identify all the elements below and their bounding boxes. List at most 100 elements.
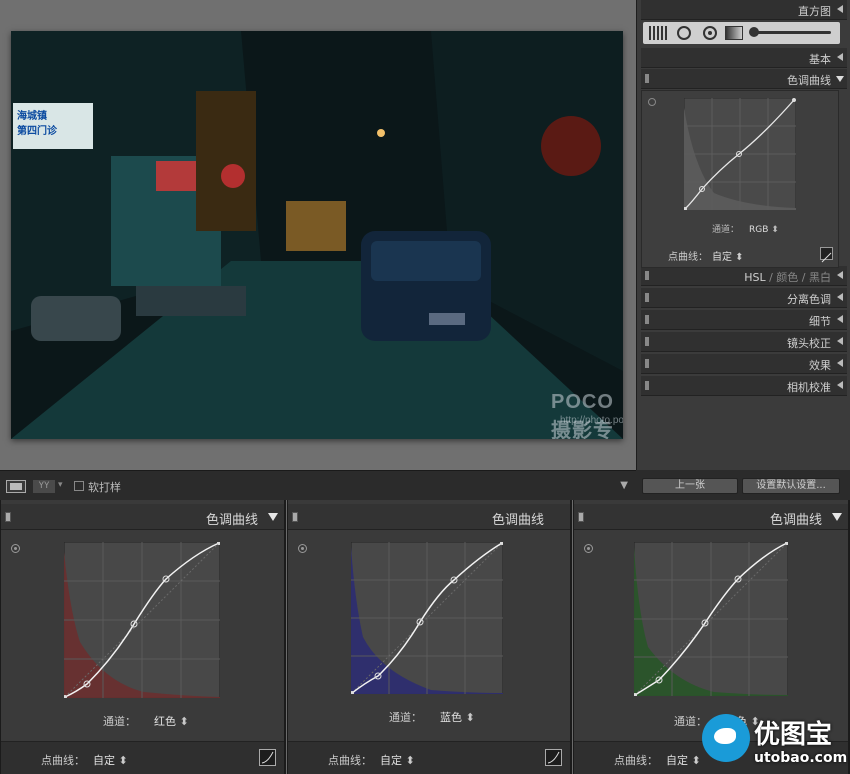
lightroom-develop-window: 海城镇 第四门诊 POCO 摄影专题 http://photo.poco.cn/… [0,0,850,774]
point-curve-selector[interactable]: 点曲线： 自定 ⬍ [41,752,128,768]
panel-switch-icon[interactable] [645,315,649,324]
collapse-arrow-icon [837,293,843,301]
section-label: 细节 [809,315,831,328]
section-tone-curve[interactable]: 色调曲线 [641,69,847,89]
section-label: 相机校准 [787,381,831,394]
point-curve-edit-button[interactable] [259,749,276,766]
toolbar-menu-icon[interactable]: ▼ [620,480,628,491]
point-curve-label: 点曲线： [668,252,708,263]
section-label: 效果 [809,359,831,372]
chevron-down-icon[interactable]: ▾ [58,480,63,490]
collapse-arrow-icon [837,381,843,389]
red-eye-icon[interactable] [703,26,717,40]
section-label: 镜头校正 [787,337,831,350]
channel-value[interactable]: RGB [749,225,768,235]
channel-value[interactable]: 红色 [154,715,176,728]
spot-removal-icon[interactable] [677,26,691,40]
section-histogram[interactable]: 直方图 [641,0,847,20]
panel-header[interactable]: 色调曲线 [288,504,570,530]
collapse-arrow-icon [837,359,843,367]
section-hsl[interactable]: HSL / 颜色 / 黑白 [641,266,847,286]
section-effects[interactable]: 效果 [641,354,847,374]
panel-switch-icon[interactable] [645,271,649,280]
point-curve-selector[interactable]: 点曲线： 自定 ⬍ [614,752,701,768]
watermark-url: http://photo.poco.cn/ [560,415,623,426]
section-lens-corrections[interactable]: 镜头校正 [641,332,847,352]
bird-logo-icon [702,714,750,762]
targeted-adjustment-icon[interactable] [11,544,20,553]
point-curve-value[interactable]: 自定 [380,754,402,767]
point-curve-selector[interactable]: 点曲线： 自定 ⬍ [328,752,415,768]
section-basic[interactable]: 基本 [641,48,847,68]
point-curve-selector[interactable]: 点曲线： 自定 ⬍ [668,248,744,263]
panel-switch-icon[interactable] [292,512,298,522]
point-curve-label: 点曲线： [41,754,85,767]
tone-curve-panel-blue: 色调曲线 通道： 蓝色 ⬍ 点曲线： 自定 ⬍ [287,500,572,774]
targeted-adjustment-icon[interactable] [648,98,656,106]
expand-arrow-icon [268,513,278,521]
collapse-arrow-icon [837,5,843,13]
panel-switch-icon[interactable] [645,359,649,368]
brand-url: utobao.com [754,750,848,766]
targeted-adjustment-icon[interactable] [584,544,593,553]
point-curve-edit-button[interactable] [545,749,562,766]
section-label: 色调曲线 [787,74,831,87]
point-curve-value[interactable]: 自定 [712,252,732,263]
panel-switch-icon[interactable] [645,293,649,302]
channel-selector[interactable]: 通道： 红色 ⬍ [103,713,189,729]
viewport-toolbar: YY ▾ 软打样 ▼ [0,470,636,500]
section-split-toning[interactable]: 分离色调 [641,288,847,308]
panel-switch-icon[interactable] [645,337,649,346]
point-curve-value[interactable]: 自定 [666,754,688,767]
reset-defaults-button[interactable]: 设置默认设置... [742,478,840,494]
panel-switch-icon[interactable] [645,381,649,390]
collapse-arrow-icon [837,271,843,279]
bw-tab[interactable]: 黑白 [809,271,831,284]
panel-title: 色调曲线 [769,513,822,528]
soft-proof-checkbox[interactable] [74,481,84,491]
hsl-tab[interactable]: HSL [744,271,765,284]
panel-switch-icon[interactable] [645,74,649,83]
red-curve-graph[interactable] [64,542,220,698]
sign-line-1: 海城镇 [17,111,47,122]
section-camera-calibration[interactable]: 相机校准 [641,376,847,396]
section-detail[interactable]: 细节 [641,310,847,330]
graduated-filter-icon[interactable] [725,26,743,40]
point-curve-edit-button[interactable] [820,247,833,263]
channel-value[interactable]: 蓝色 [440,711,462,724]
panel-switch-icon[interactable] [5,512,11,522]
collapse-arrow-icon [837,337,843,345]
section-label: 直方图 [798,5,831,18]
color-tab[interactable]: 颜色 [776,271,798,284]
soft-proof-label: 软打样 [88,481,121,494]
loupe-view-icon[interactable] [6,480,26,493]
panel-title: 色调曲线 [491,513,544,528]
clinic-sign: 海城镇 第四门诊 [13,103,93,149]
panel-switch-icon[interactable] [578,512,584,522]
blue-curve-graph[interactable] [351,542,503,694]
crop-overlay-icon[interactable] [649,26,669,40]
channel-label: 通道： [712,225,740,235]
point-curve-value[interactable]: 自定 [93,754,115,767]
targeted-adjustment-icon[interactable] [298,544,307,553]
channel-selector[interactable]: 通道： RGB ⬍ [712,222,779,235]
collapse-arrow-icon [837,53,843,61]
panel-footer: 点曲线： 自定 ⬍ [1,741,284,774]
green-curve-graph[interactable] [634,542,788,696]
channel-selector[interactable]: 通道： 蓝色 ⬍ [389,709,475,725]
collapse-arrow-icon [837,315,843,323]
image-viewport: 海城镇 第四门诊 POCO 摄影专题 http://photo.poco.cn/ [0,0,636,470]
before-after-view-button[interactable]: YY [33,480,55,493]
panel-header[interactable]: 色调曲线 [1,504,284,530]
panel-button-row: 上一张 设置默认设置... [636,470,850,500]
section-label: 基本 [809,53,831,66]
point-curve-label: 点曲线： [328,754,372,767]
adjustment-brush-slider[interactable] [749,27,831,37]
section-label-hsl: HSL / 颜色 / 黑白 [744,271,831,284]
brand-name: 优图宝 [754,720,833,750]
previous-button[interactable]: 上一张 [642,478,738,494]
rgb-curve-graph[interactable] [684,98,796,210]
point-curve-label: 点曲线： [614,754,658,767]
photo-preview: 海城镇 第四门诊 POCO 摄影专题 http://photo.poco.cn/ [11,31,623,439]
panel-header[interactable]: 色调曲线 [574,504,848,530]
